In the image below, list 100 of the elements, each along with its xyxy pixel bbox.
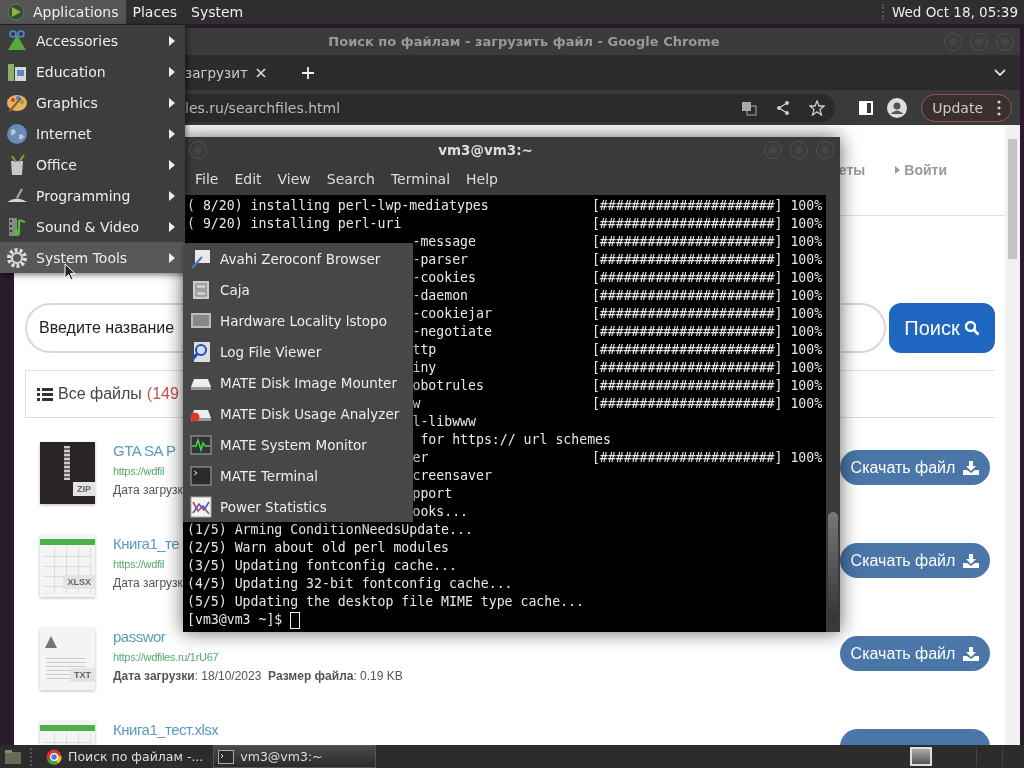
panel-menu[interactable]: Places	[125, 0, 185, 24]
terminal-line: (4/5) Updating 32-bit fontconfig cache...	[187, 576, 513, 591]
menu-item[interactable]: View	[269, 171, 319, 187]
terminal-line: w	[412, 396, 421, 411]
menu-item[interactable]: Log File Viewer	[183, 336, 413, 367]
scissors-icon	[6, 29, 28, 52]
terminal-line: -cookies	[412, 270, 476, 285]
submenu-arrow-icon	[169, 66, 175, 77]
download-button[interactable]: Скачать файл	[840, 543, 990, 578]
show-desktop-icon[interactable]	[4, 748, 22, 765]
menu-item[interactable]: Terminal	[382, 171, 459, 187]
terminal-line: obotrules	[412, 378, 484, 393]
menu-item[interactable]: Office	[0, 149, 185, 180]
menu-item[interactable]: Sound & Video	[0, 211, 185, 242]
file-info: Дата загрузк	[113, 576, 183, 590]
progress-text: [######################] 100%	[591, 197, 823, 215]
menu-item[interactable]: Search	[318, 171, 383, 187]
progress-text: [######################] 100%	[591, 341, 823, 359]
terminal-line: pport	[412, 486, 453, 501]
terminal-line: (2/5) Warn about old perl modules	[187, 540, 449, 555]
film-icon	[6, 215, 28, 238]
download-button[interactable]: Скачать файл	[840, 450, 990, 485]
terminal-line: (3/5) Updating fontconfig cache...	[187, 558, 457, 573]
new-tab-icon[interactable]	[301, 66, 314, 79]
terminal-line: ( 9/20) installing perl-uri	[187, 216, 402, 231]
submenu-arrow-icon	[169, 35, 175, 46]
globe-icon	[6, 122, 28, 145]
chevron-icon[interactable]	[994, 68, 1006, 77]
clock: Wed Oct 18, 05:39	[881, 4, 1024, 20]
terminal-line: creensaver	[412, 468, 492, 483]
translate-icon[interactable]	[741, 99, 758, 116]
more-icon[interactable]	[997, 99, 1001, 116]
menu-item[interactable]: Edit	[226, 171, 270, 187]
progress-text: [######################] 100%	[591, 395, 823, 413]
window-title: Поиск по файлам - загрузить файл - Google Chrome	[328, 34, 720, 49]
download-icon	[963, 460, 980, 475]
panel-menu[interactable]: System	[184, 0, 251, 24]
progress-text: [######################] 100%	[591, 269, 823, 287]
progress-text: [######################] 100%	[591, 233, 823, 251]
download-icon	[963, 646, 980, 661]
cabinet-icon	[190, 278, 212, 301]
menu-item[interactable]: MATE System Monitor	[183, 429, 413, 460]
taskbar-item[interactable]: Поиск по файлам -...	[42, 745, 210, 768]
files-title: Все файлы	[58, 385, 142, 403]
menu-item[interactable]: Avahi Zeroconf Browser	[183, 243, 413, 274]
terminal-icon	[218, 748, 235, 765]
progress-text: [######################] 100%	[591, 251, 823, 269]
menu-item[interactable]: Accessories	[0, 25, 185, 56]
terminal-line: l-libwww	[412, 414, 476, 429]
menu-item[interactable]: Hardware Locality lstopo	[183, 305, 413, 336]
menu-item[interactable]: MATE Terminal	[183, 460, 413, 491]
window-icon	[190, 247, 212, 270]
terminal-line: -negotiate	[412, 324, 492, 339]
file-icon: ZIP	[40, 442, 95, 504]
menu-item[interactable]: MATE Disk Usage Analyzer	[183, 398, 413, 429]
graph-icon	[190, 495, 212, 518]
menu-item[interactable]: Programming	[0, 180, 185, 211]
submenu-arrow-icon	[169, 190, 175, 201]
terminal-line: (1/5) Arming ConditionNeedsUpdate...	[187, 522, 473, 537]
submenu-arrow-icon	[169, 252, 175, 263]
menu-item[interactable]: System Tools	[0, 242, 185, 273]
progress-text: [######################] 100%	[591, 359, 823, 377]
taskbar-item[interactable]: vm3@vm3:~	[213, 745, 377, 768]
panel-menu[interactable]: Applications	[0, 0, 126, 24]
browser-icon	[46, 748, 62, 765]
download-icon	[963, 553, 980, 568]
progress-text: [######################] 100%	[591, 305, 823, 323]
terminal-line: for https:// url schemes	[419, 432, 611, 447]
file-icon: TXT	[40, 628, 95, 690]
menu-item[interactable]: Caja	[183, 274, 413, 305]
terminal-line: -message	[412, 234, 476, 249]
avatar-icon[interactable]	[887, 97, 908, 118]
download-button[interactable]: Скачать файл	[840, 636, 990, 671]
window-title: vm3@vm3:~	[437, 142, 534, 158]
share-icon[interactable]	[775, 99, 792, 116]
update-button[interactable]: Update	[921, 93, 1012, 122]
search-button[interactable]: Поиск	[889, 303, 995, 353]
menu-item[interactable]: MATE Disk Image Mounter	[183, 367, 413, 398]
star-icon[interactable]	[809, 99, 826, 116]
shell-prompt: [vm3@vm3 ~]$	[187, 611, 283, 629]
submenu-arrow-icon	[169, 159, 175, 170]
terminal-line: -cookiejar	[412, 306, 492, 321]
terminal-icon	[190, 464, 212, 487]
submenu-arrow-icon	[169, 221, 175, 232]
menu-item[interactable]: File	[187, 171, 227, 187]
scrollbar[interactable]	[826, 195, 840, 632]
side-panel-icon[interactable]	[859, 100, 874, 115]
progress-text: [######################] 100%	[591, 323, 823, 341]
menu-item[interactable]: Power Statistics	[183, 491, 413, 522]
text-cursor	[290, 612, 301, 629]
logo-icon	[7, 3, 25, 21]
close-icon[interactable]	[255, 67, 266, 78]
file-info: Дата загрузки: 18/10/2023 Размер файла: 0.19 KB	[113, 669, 403, 683]
terminal-line: ( 8/20) installing perl-lwp-mediatypes	[187, 198, 489, 213]
progress-text: [######################] 100%	[591, 287, 823, 305]
file-info: Дата загрузк	[113, 483, 183, 497]
menu-item[interactable]: Help	[458, 171, 506, 187]
scrollbar[interactable]	[1005, 125, 1020, 745]
list-icon	[37, 387, 53, 401]
progress-text: [######################] 100%	[591, 449, 823, 467]
